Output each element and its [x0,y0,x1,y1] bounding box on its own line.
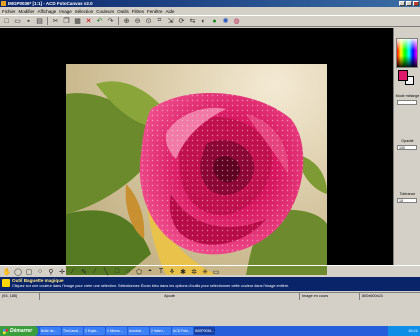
move-tool-icon[interactable]: ✛ [58,267,66,276]
magic-wand-icon [2,279,10,287]
taskbar-item[interactable]: Boîte de... [40,327,61,335]
print-icon[interactable]: ▤ [35,17,44,26]
opacity-label: Opacité [401,139,414,143]
menu-filtres[interactable]: Filtres [132,9,144,14]
brush-tool-icon[interactable]: ∕ [91,267,99,276]
brightness-icon[interactable]: ◐ [199,17,208,26]
opacity-field[interactable]: 100 [397,145,417,150]
rect-tool-icon[interactable]: □ [113,267,121,276]
minimize-button[interactable] [399,1,405,6]
redo-icon[interactable]: ↷ [106,17,115,26]
zoom-in-icon[interactable]: ⊕ [122,17,131,26]
fill-tool-icon[interactable]: ◓ [146,267,154,276]
taskbar-item[interactable]: TheCanal... [62,327,83,335]
image-canvas[interactable] [0,28,393,275]
open-icon[interactable]: ▭ [13,17,22,26]
new-icon[interactable]: □ [2,17,11,26]
status-mode: Ajouté [40,293,300,300]
menu-fichier[interactable]: Fichier [2,9,16,14]
menu-aide[interactable]: Aide [166,9,175,14]
window-bottom [0,300,420,326]
clock: 15:21 [407,328,418,333]
menu-modifier[interactable]: Modifier [19,9,35,14]
polygon-tool-icon[interactable]: ⬠ [135,267,143,276]
menu-fenetre[interactable]: Fenêtre [147,9,163,14]
pencil-tool-icon[interactable]: ✎ [80,267,88,276]
sharpen-tool-icon[interactable]: ✳ [201,267,209,276]
hint-text: Cliquez sur une couleur dans l'image pou… [12,283,290,288]
photo-rose[interactable] [66,64,327,275]
color-palette[interactable] [396,38,418,68]
toolbar-separator [47,17,48,25]
blend-mode-label: Mode mélange [395,94,420,98]
main-toolbar: □ ▭ ▪ ▤ ✂ ❐ ▦ ✕ ↶ ↷ ⊕ ⊖ ⊙ ⌗ ⇲ ⟳ ⇆ ◐ ● ✺ … [0,15,420,27]
menu-couleurs[interactable]: Couleurs [96,9,114,14]
menu-affichage[interactable]: Affichage [38,9,57,14]
menu-outils[interactable]: Outils [117,9,129,14]
taskbar-item[interactable]: 2 Intern... [150,327,171,335]
status-bar: (93, 185) Ajouté Image en cours 800x600x… [0,292,420,300]
hand-tool-icon[interactable]: ✋ [3,267,12,276]
menu-bar: Fichier Modifier Affichage Image Sélecti… [0,7,420,15]
blend-mode-select[interactable] [397,100,417,105]
status-info: Image en cours [300,293,360,300]
taskbar-item[interactable]: Acrobat... [128,327,149,335]
effects-icon[interactable]: ✺ [221,17,230,26]
status-coords: (93, 185) [0,293,40,300]
select-ellipse-tool-icon[interactable]: ○ [36,267,44,276]
right-panel: Mode mélange Opacité 100 Tolérance 15 [393,28,420,265]
taskbar-item[interactable]: ACD Foto... [172,327,193,335]
windows-logo-icon [3,328,8,334]
paste-icon[interactable]: ▦ [73,17,82,26]
taskbar-item[interactable]: 2 Explo... [84,327,105,335]
taskbar-item-active[interactable]: IMGP0036... [194,327,215,335]
retouch-tool-icon[interactable]: ✱ [179,267,187,276]
tolerance-field[interactable]: 15 [397,198,417,203]
magic-wand-tool-icon[interactable]: ⚲ [47,267,55,276]
rose-image [66,81,327,275]
clone-tool-icon[interactable]: ⚘ [168,267,176,276]
line-tool-icon[interactable]: ╲ [102,267,110,276]
window-title: IMGP0036* [1:1] - ACD FotoCanvas v2.0 [8,1,93,6]
color-icon[interactable]: ● [210,17,219,26]
lasso-tool-icon[interactable]: ◯ [14,267,22,276]
blur-tool-icon[interactable]: ✲ [190,267,198,276]
save-icon[interactable]: ▪ [24,17,33,26]
layers-icon[interactable]: ◍ [232,17,241,26]
menu-image[interactable]: Image [59,9,72,14]
zoom-fit-icon[interactable]: ⊙ [144,17,153,26]
app-icon [1,1,6,6]
close-button[interactable] [413,1,419,6]
copy-icon[interactable]: ❐ [62,17,71,26]
start-button[interactable]: Démarrer [0,326,38,336]
ellipse-tool-icon[interactable]: ○ [124,267,132,276]
undo-icon[interactable]: ↶ [95,17,104,26]
start-label: Démarrer [10,328,33,334]
eraser-tool-icon[interactable]: ▭ [212,267,220,276]
flip-icon[interactable]: ⇆ [188,17,197,26]
text-tool-icon[interactable]: T [157,267,165,276]
cut-icon[interactable]: ✂ [51,17,60,26]
delete-icon[interactable]: ✕ [84,17,93,26]
menu-selection[interactable]: Sélection [75,9,94,14]
taskbar-item[interactable]: 2 Micros... [106,327,127,335]
eyedropper-tool-icon[interactable]: ⁄ [69,267,77,276]
foreground-color-swatch[interactable] [398,70,408,81]
taskbar: Démarrer Boîte de... TheCanal... 2 Explo… [0,326,420,336]
status-size: 800x600x24 [362,294,383,298]
system-tray: 15:21 [388,326,420,336]
tool-hint-panel: Outil Baguette magique Cliquez sur une c… [0,277,420,291]
tolerance-label: Tolérance [399,192,416,196]
tools-strip: ✋ ◯ ▢ ○ ⚲ ✛ ⁄ ✎ ∕ ╲ □ ○ ⬠ ◓ T ⚘ ✱ ✲ ✳ ▭ [0,265,420,277]
maximize-button[interactable] [406,1,412,6]
title-bar: IMGP0036* [1:1] - ACD FotoCanvas v2.0 [0,0,420,7]
zoom-out-icon[interactable]: ⊖ [133,17,142,26]
select-rect-tool-icon[interactable]: ▢ [25,267,33,276]
crop-icon[interactable]: ⌗ [155,17,164,26]
rotate-icon[interactable]: ⟳ [177,17,186,26]
toolbar-separator [118,17,119,25]
resize-icon[interactable]: ⇲ [166,17,175,26]
